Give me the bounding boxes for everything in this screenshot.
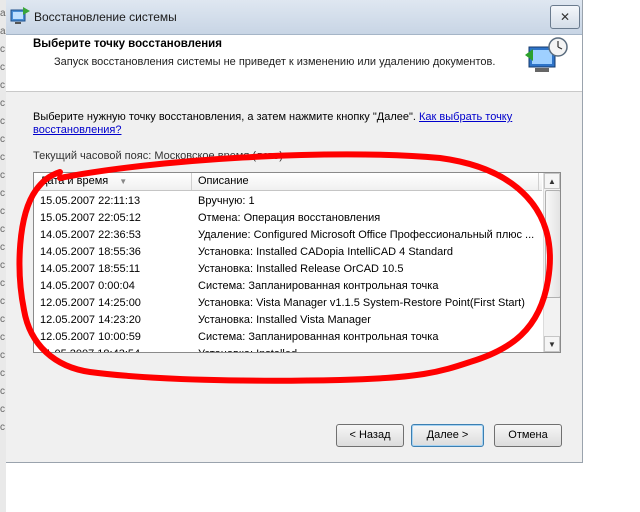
table-row[interactable]: 14.05.2007 0:00:04 Система: Запланированн… <box>34 278 542 295</box>
background-text: c <box>0 386 5 397</box>
background-text: c <box>0 188 5 199</box>
background-text: c <box>0 242 5 253</box>
restore-point-description: Установка: Installed Release OrCAD 10.5 <box>198 263 404 275</box>
column-header-description[interactable]: Описание <box>192 173 539 190</box>
background-text: c <box>0 206 5 217</box>
background-text: c <box>0 134 5 145</box>
restore-point-description: Система: Запланированная контрольная точ… <box>198 280 439 292</box>
system-restore-icon <box>10 7 30 24</box>
background-text: c <box>0 404 5 415</box>
restore-point-date: 12.05.2007 10:00:59 <box>40 331 141 343</box>
scroll-down-icon[interactable]: ▼ <box>544 336 560 352</box>
background-text: c <box>0 296 5 307</box>
background-text: c <box>0 314 5 325</box>
table-row[interactable]: 12.05.2007 10:00:59 Система: Запланирован… <box>34 329 542 346</box>
restore-point-date: 15.05.2007 22:11:13 <box>40 195 141 207</box>
cancel-button[interactable]: Отмена <box>494 424 562 447</box>
close-button[interactable]: ✕ <box>550 5 580 29</box>
sort-down-icon: ▼ <box>119 177 128 186</box>
column-header-date[interactable]: Дата и время ▼ <box>34 173 192 190</box>
background-text: c <box>0 278 5 289</box>
table-row[interactable]: 14.05.2007 18:55:11 Установка: Installed … <box>34 261 542 278</box>
restore-point-description: Установка: Vista Manager v1.1.5 System-R… <box>198 297 525 309</box>
table-row[interactable]: 14.05.2007 22:36:53 Удаление: Configured … <box>34 227 542 244</box>
table-row[interactable]: 12.05.2007 14:25:00 Установка: Vista Mana… <box>34 295 542 312</box>
restore-point-description: Вручную: 1 <box>198 195 255 207</box>
restore-point-description: Система: Запланированная контрольная точ… <box>198 331 439 343</box>
restore-point-description: Удаление: Configured Microsoft Office Пр… <box>198 229 535 241</box>
vertical-scrollbar[interactable]: ▲ ▼ <box>543 173 560 352</box>
table-row[interactable]: 11.05.2007 18:43:54 Установка: Installed <box>34 346 542 352</box>
restore-point-date: 11.05.2007 18:43:54 <box>40 346 140 352</box>
system-restore-dialog: Восстановление системы ✕ Выберите точку … <box>6 0 583 463</box>
scroll-up-icon[interactable]: ▲ <box>544 173 560 189</box>
background-text: c <box>0 62 5 73</box>
table-row[interactable]: 14.05.2007 18:55:36 Установка: Installed … <box>34 244 542 261</box>
background-text: c <box>0 98 5 109</box>
wizard-header: Выберите точку восстановления Запуск вос… <box>6 35 582 92</box>
restore-points-list[interactable]: Дата и время ▼ Описание 15.05.2007 22:11… <box>33 172 561 353</box>
background-text: c <box>0 350 5 361</box>
background-text: c <box>0 152 5 163</box>
background-text: c <box>0 422 5 433</box>
background-text: a <box>0 26 6 37</box>
background-text: c <box>0 170 5 181</box>
restore-point-date: 14.05.2007 18:55:11 <box>40 263 141 275</box>
column-header-description-label: Описание <box>198 175 249 187</box>
restore-point-date: 14.05.2007 18:55:36 <box>40 246 141 258</box>
instructions: Выберите нужную точку восстановления, а … <box>33 111 533 137</box>
window-title: Восстановление системы <box>34 10 177 24</box>
time-zone-label: Текущий часовой пояс: Московское время (… <box>33 150 283 162</box>
instructions-text: Выберите нужную точку восстановления, а … <box>33 111 416 123</box>
background-text: c <box>0 368 5 379</box>
background-text: a <box>0 8 6 19</box>
background-text: c <box>0 260 5 271</box>
restore-point-date: 14.05.2007 0:00:04 <box>40 280 135 292</box>
scroll-thumb[interactable] <box>545 190 560 298</box>
background-text: c <box>0 44 5 55</box>
page-subtitle: Запуск восстановления системы не приведе… <box>54 56 496 68</box>
column-header-date-label: Дата и время <box>40 175 109 187</box>
restore-point-description: Отмена: Операция восстановления <box>198 212 381 224</box>
background-text: c <box>0 80 5 91</box>
page-title: Выберите точку восстановления <box>33 38 222 50</box>
table-row[interactable]: 15.05.2007 22:11:13 Вручную: 1 <box>34 193 542 210</box>
restore-point-date: 12.05.2007 14:25:00 <box>40 297 141 309</box>
restore-point-date: 12.05.2007 14:23:20 <box>40 314 141 326</box>
background-text: c <box>0 116 5 127</box>
table-row[interactable]: 15.05.2007 22:05:12 Отмена: Операция восс… <box>34 210 542 227</box>
title-bar: Восстановление системы ✕ <box>6 0 582 35</box>
restore-point-description: Установка: Installed CADopia IntelliCAD … <box>198 246 453 258</box>
restore-point-date: 15.05.2007 22:05:12 <box>40 212 141 224</box>
restore-point-description: Установка: Installed <box>198 346 538 352</box>
list-header: Дата и время ▼ Описание <box>34 173 542 191</box>
system-restore-clock-icon <box>525 37 568 72</box>
restore-point-description: Установка: Installed Vista Manager <box>198 314 371 326</box>
back-button[interactable]: < Назад <box>336 424 404 447</box>
background-text: c <box>0 224 5 235</box>
background-text: c <box>0 332 5 343</box>
next-button[interactable]: Далее > <box>411 424 484 447</box>
table-row[interactable]: 12.05.2007 14:23:20 Установка: Installed … <box>34 312 542 329</box>
restore-point-date: 14.05.2007 22:36:53 <box>40 229 141 241</box>
